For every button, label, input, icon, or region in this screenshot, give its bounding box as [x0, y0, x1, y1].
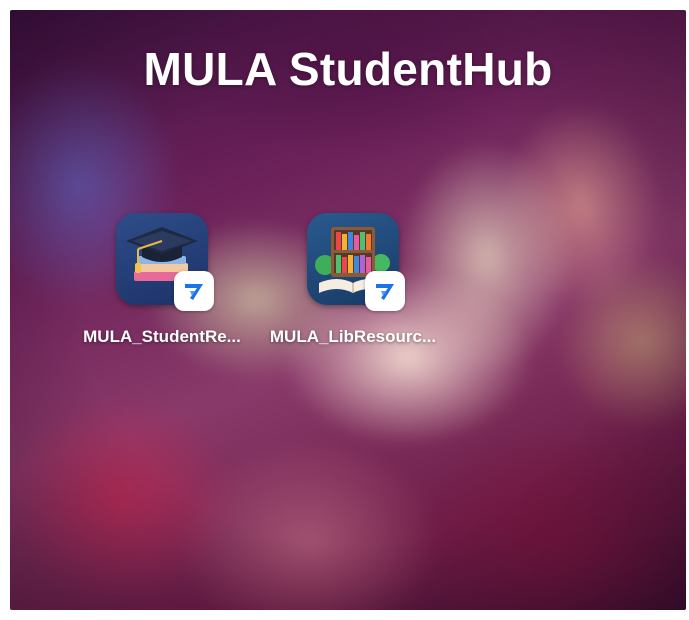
appsheet-badge-icon — [365, 271, 405, 311]
app-label[interactable]: MULA_LibResourc... — [258, 327, 448, 347]
appsheet-badge-icon — [174, 271, 214, 311]
app-shortcut-lib-resources[interactable]: MULA_LibResourc... — [258, 213, 448, 347]
folder-screen: MULA StudentHub MULA_StudentRe... MULA_L… — [10, 10, 686, 610]
app-icon[interactable] — [307, 213, 405, 311]
app-icon[interactable] — [116, 213, 214, 311]
app-label[interactable]: MULA_StudentRe... — [67, 327, 257, 347]
app-shortcut-student-records[interactable]: MULA_StudentRe... — [67, 213, 257, 347]
folder-title[interactable]: MULA StudentHub — [10, 42, 686, 96]
